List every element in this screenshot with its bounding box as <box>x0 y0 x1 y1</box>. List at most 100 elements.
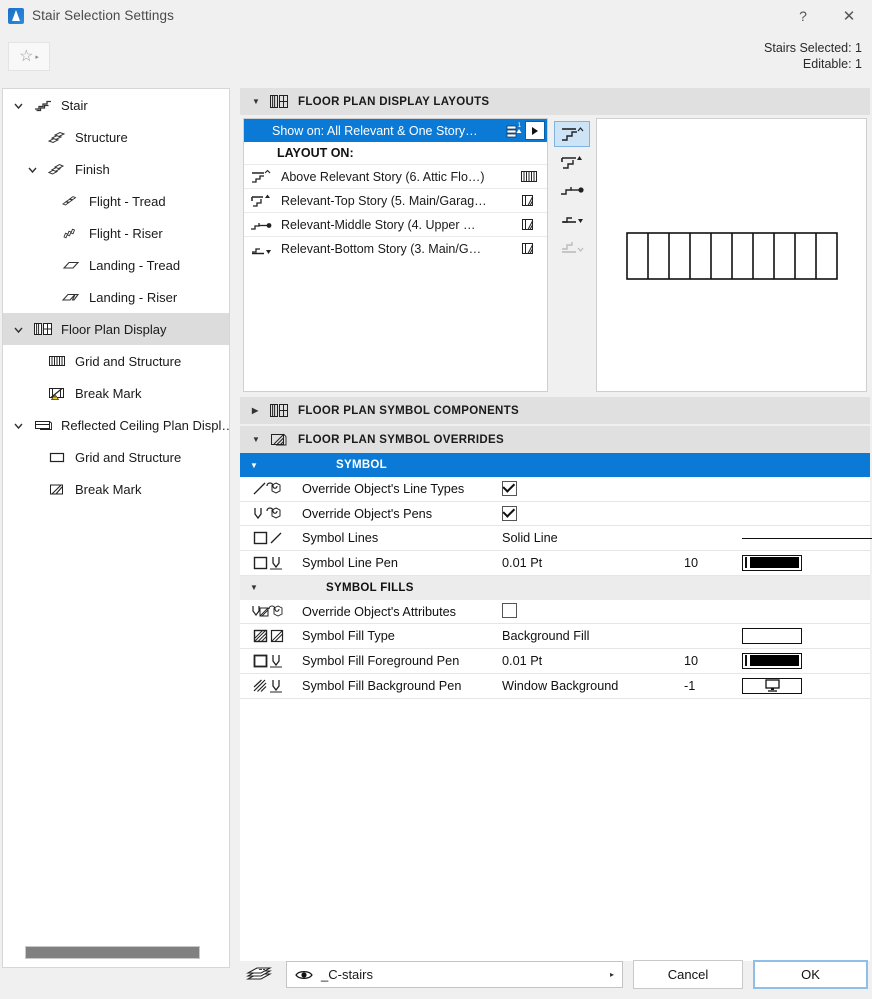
layout-row-label: Above Relevant Story (6. Attic Flo…) <box>281 169 485 184</box>
override-row[interactable]: Override Object's Pens <box>240 501 870 527</box>
sidebar-item-label: Landing - Tread <box>89 257 181 273</box>
relevant-middle-story-button[interactable] <box>554 177 590 203</box>
layers-icon[interactable] <box>242 965 276 985</box>
sidebar-item-landing-tread[interactable]: Landing - Tread <box>3 249 229 281</box>
override-row-control <box>742 628 870 645</box>
override-pens-icon <box>240 505 302 523</box>
layer-name: _C-stairs <box>321 967 374 982</box>
stairs-selected-label: Stairs Selected: 1 <box>764 41 862 55</box>
grid-hatched-icon[interactable] <box>517 169 541 184</box>
override-checkbox[interactable] <box>502 602 517 618</box>
close-button[interactable]: ✕ <box>826 0 872 31</box>
section-header-floor-plan-symbol-overrides[interactable]: ▼ FLOOR PLAN SYMBOL OVERRIDES <box>240 426 870 453</box>
stair-block-icon[interactable] <box>517 241 541 256</box>
below-relevant-story-button[interactable] <box>554 233 590 259</box>
section-title: FLOOR PLAN SYMBOL OVERRIDES <box>298 433 504 446</box>
override-row[interactable]: Symbol Fill Background Pen Window Backgro… <box>240 673 870 699</box>
sidebar-item-label: Break Mark <box>75 385 142 401</box>
override-row[interactable]: Override Object's Attributes <box>240 599 870 625</box>
layer-selector[interactable]: _C-stairs ▸ <box>286 961 623 988</box>
sidebar-item-stair[interactable]: Stair <box>3 89 229 121</box>
override-row-value[interactable]: Background Fill <box>502 629 684 643</box>
layout-row[interactable]: Relevant-Top Story (5. Main/Garag… <box>244 188 547 212</box>
help-button[interactable]: ? <box>780 0 826 31</box>
stair-block-icon[interactable] <box>517 193 541 208</box>
sidebar-horizontal-scrollbar[interactable] <box>25 946 200 959</box>
pen-color-swatch[interactable] <box>742 652 802 669</box>
sidebar-item-reflected-ceiling-plan-displ[interactable]: Reflected Ceiling Plan Displ… <box>3 409 229 441</box>
sidebar-item-break-mark[interactable]: Break Mark <box>3 377 229 409</box>
favorites-button[interactable]: ☆ ▸ <box>8 42 50 71</box>
layout-row[interactable]: Above Relevant Story (6. Attic Flo…) <box>244 164 547 188</box>
floor-plan-display-icon <box>32 319 54 339</box>
symbol-line-pen-icon <box>240 554 302 572</box>
override-row-label: Override Object's Attributes <box>302 604 457 619</box>
override-row[interactable]: Symbol Fill Type Background Fill <box>240 624 870 650</box>
override-row-number[interactable]: 10 <box>684 556 742 570</box>
relevant-bottom-story-button[interactable] <box>554 205 590 231</box>
line-type-preview[interactable] <box>742 537 872 539</box>
chevron-down-icon[interactable] <box>11 100 25 111</box>
layout-row[interactable]: Relevant-Bottom Story (3. Main/G… <box>244 236 547 260</box>
relevant-middle-icon <box>249 217 275 233</box>
chevron-down-icon[interactable] <box>11 420 25 431</box>
override-row-number[interactable]: -1 <box>684 679 742 693</box>
stair-block-icon[interactable] <box>517 217 541 232</box>
override-row[interactable]: Override Object's Line Types <box>240 477 870 502</box>
show-on-row[interactable]: Show on: All Relevant & One Story… 1 <box>244 119 547 142</box>
settings-tree-sidebar[interactable]: Stair Structure Finish Flight - Tread Flight… <box>2 88 230 968</box>
override-row-label: Symbol Fill Background Pen <box>302 678 462 693</box>
chevron-down-icon[interactable] <box>11 324 25 335</box>
sidebar-item-label: Flight - Riser <box>89 225 163 241</box>
above-relevant-story-button[interactable] <box>554 121 590 147</box>
floor-plan-display-icon <box>270 403 290 419</box>
section-title: FLOOR PLAN SYMBOL COMPONENTS <box>298 404 519 417</box>
symbol-fill-type-icon <box>240 627 302 645</box>
sidebar-item-finish[interactable]: Finish <box>3 153 229 185</box>
ok-button[interactable]: OK <box>753 960 868 989</box>
override-row[interactable]: Symbol Line Pen 0.01 Pt 10 <box>240 551 870 576</box>
override-row[interactable]: Symbol Fill Foreground Pen 0.01 Pt 10 <box>240 649 870 674</box>
overrides-group-header[interactable]: ▼ SYMBOL <box>240 453 870 477</box>
sidebar-item-structure[interactable]: Structure <box>3 121 229 153</box>
sidebar-item-landing-riser[interactable]: Landing - Riser <box>3 281 229 313</box>
chevron-down-icon[interactable] <box>25 164 39 175</box>
window-background-swatch[interactable] <box>742 677 802 694</box>
sidebar-item-grid-and-structure[interactable]: Grid and Structure <box>3 441 229 473</box>
show-on-expand-button[interactable] <box>525 121 545 140</box>
sidebar-item-flight-riser[interactable]: Flight - Riser <box>3 217 229 249</box>
section-header-floor-plan-display-layouts[interactable]: ▼ FLOOR PLAN DISPLAY LAYOUTS <box>240 88 870 115</box>
window-controls: ? ✕ <box>780 0 872 31</box>
section-header-floor-plan-symbol-components[interactable]: ▶ FLOOR PLAN SYMBOL COMPONENTS <box>240 397 870 424</box>
layout-row[interactable]: Relevant-Middle Story (4. Upper … <box>244 212 547 236</box>
overrides-empty-area <box>240 698 870 961</box>
settings-content-panel: ▼ FLOOR PLAN DISPLAY LAYOUTS Show on: Al… <box>240 88 872 968</box>
override-row-number[interactable]: 10 <box>684 654 742 668</box>
fill-type-swatch[interactable] <box>742 628 802 645</box>
override-row-value[interactable]: Solid Line <box>502 531 684 545</box>
override-row[interactable]: Symbol Lines Solid Line <box>240 526 872 552</box>
rcp-grid-icon <box>46 447 68 467</box>
rcp-display-icon <box>32 415 54 435</box>
override-checkbox[interactable] <box>502 506 517 522</box>
sidebar-item-flight-tread[interactable]: Flight - Tread <box>3 185 229 217</box>
override-row-value[interactable]: Window Background <box>502 679 684 693</box>
sidebar-item-label: Reflected Ceiling Plan Displ… <box>61 417 230 433</box>
sidebar-item-break-mark[interactable]: Break Mark <box>3 473 229 505</box>
pen-color-swatch[interactable] <box>742 554 802 571</box>
chevron-down-icon: ▼ <box>252 97 261 106</box>
overrides-group-header[interactable]: ▼ SYMBOL FILLS <box>240 575 870 600</box>
editable-label: Editable: 1 <box>802 57 862 71</box>
landing-riser-icon <box>60 287 82 307</box>
sidebar-item-floor-plan-display[interactable]: Floor Plan Display <box>3 313 229 345</box>
sidebar-item-grid-and-structure[interactable]: Grid and Structure <box>3 345 229 377</box>
relevant-top-story-button[interactable] <box>554 149 590 175</box>
stair-selection-settings-dialog: Stair Selection Settings ? ✕ ☆ ▸ Stairs … <box>0 0 872 999</box>
layouts-list: Show on: All Relevant & One Story… 1 LAY… <box>243 118 548 392</box>
override-row-value[interactable]: 0.01 Pt <box>502 654 684 668</box>
window-title: Stair Selection Settings <box>32 8 174 23</box>
cancel-button[interactable]: Cancel <box>633 960 743 989</box>
override-checkbox[interactable] <box>502 481 517 497</box>
override-row-value[interactable]: 0.01 Pt <box>502 556 684 570</box>
story-selector-icon[interactable]: 1 <box>503 121 525 141</box>
